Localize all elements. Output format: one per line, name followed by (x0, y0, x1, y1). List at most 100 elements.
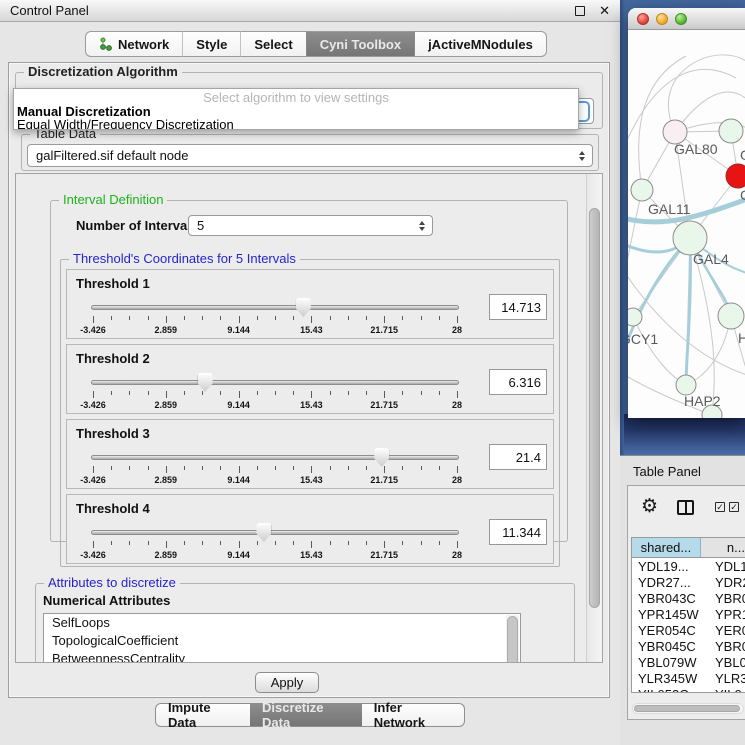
threshold-3-slider[interactable]: -3.4262.8599.14415.4321.71528 (91, 448, 459, 486)
threshold-3-panel: Threshold 3 -3.4262.8599.14415.4321.7152… (66, 419, 554, 489)
slider-track[interactable] (91, 455, 459, 460)
table-row[interactable]: YIL052CYIL0 (632, 686, 745, 693)
table-horizontal-scrollbar[interactable] (632, 703, 744, 714)
threshold-3-value-field[interactable]: 21.4 (489, 444, 547, 470)
dropdown-placeholder-option[interactable]: Select algorithm to view settings (14, 89, 578, 105)
table-row[interactable]: YDL19...YDL1 (632, 558, 745, 574)
threshold-2-value-field[interactable]: 6.316 (489, 369, 547, 395)
algorithm-dropdown-popup: Select algorithm to view settings Manual… (13, 88, 579, 130)
float-window-icon[interactable] (575, 6, 585, 16)
slider-tick (184, 466, 185, 470)
tab-cyni-toolbox[interactable]: Cyni Toolbox (306, 31, 415, 57)
tab-impute-data[interactable]: Impute Data (155, 703, 250, 727)
table-row[interactable]: YDR27...YDR2 (632, 574, 745, 590)
slider-track[interactable] (91, 305, 459, 310)
tab-discretize-data[interactable]: Discretize Data (250, 703, 362, 727)
list-scrollbar[interactable] (506, 615, 519, 663)
slider-tick (330, 541, 331, 545)
table-row[interactable]: YER054CYER0 (632, 622, 745, 638)
threshold-2-slider[interactable]: -3.4262.8599.14415.4321.71528 (91, 373, 459, 411)
slider-tick-label: 2.859 (155, 325, 178, 335)
slider-tick (330, 391, 331, 395)
slider-tick (148, 466, 149, 470)
slider-tick (93, 391, 94, 398)
checkbox-icon[interactable]: ✓ (729, 502, 739, 512)
gear-icon[interactable]: ⚙ (641, 498, 658, 516)
attribute-item[interactable]: BetweennessCentrality (44, 650, 520, 663)
cell-name[interactable]: YER0 (708, 623, 745, 638)
split-columns-icon[interactable] (677, 500, 694, 515)
cell-name[interactable]: YLR3 (708, 671, 745, 686)
node-hap2[interactable] (676, 375, 696, 395)
attribute-item[interactable]: SelfLoops (44, 614, 520, 632)
slider-track[interactable] (91, 530, 459, 535)
slider-tick (384, 466, 385, 473)
attribute-item[interactable]: TopologicalCoefficient (44, 632, 520, 650)
scrollbar-thumb[interactable] (589, 208, 600, 608)
column-header-name[interactable]: n... (701, 538, 745, 557)
settings-vertical-scrollbar[interactable] (586, 174, 602, 662)
cell-shared-name[interactable]: YDR27... (632, 575, 708, 590)
cell-name[interactable]: YDR2 (708, 575, 745, 590)
threshold-1-value-field[interactable]: 14.713 (489, 294, 547, 320)
cell-shared-name[interactable]: YIL052C (632, 687, 708, 694)
close-traffic-light-icon[interactable] (637, 13, 649, 25)
cell-name[interactable]: YBR0 (708, 639, 745, 654)
table-data-combobox[interactable]: galFiltered.sif default node (27, 144, 593, 167)
cell-shared-name[interactable]: YPR145W (632, 607, 708, 622)
slider-tick-label: 28 (452, 550, 462, 560)
cell-shared-name[interactable]: YBL079W (632, 655, 708, 670)
cell-shared-name[interactable]: YBR043C (632, 591, 708, 606)
slider-tick-label: 9.144 (227, 325, 250, 335)
cell-name[interactable]: YIL0 (708, 687, 745, 694)
node-gcy1[interactable] (628, 308, 642, 326)
zoom-traffic-light-icon[interactable] (675, 13, 687, 25)
cell-name[interactable]: YBR0 (708, 591, 745, 606)
tab-infer-network[interactable]: Infer Network (362, 703, 465, 727)
slider-track[interactable] (91, 380, 459, 385)
checkbox-icon[interactable]: ✓ (715, 502, 725, 512)
node-right-mid[interactable] (718, 303, 744, 329)
table-row[interactable]: YLR345WYLR3 (632, 670, 745, 686)
cell-name[interactable]: YBL0 (708, 655, 745, 670)
tab-label: Select (254, 37, 292, 52)
slider-tick (384, 316, 385, 323)
cell-shared-name[interactable]: YLR345W (632, 671, 708, 686)
tab-jactivemnodules[interactable]: jActiveMNodules (415, 31, 547, 57)
cyni-bottom-tabs: Impute Data Discretize Data Infer Networ… (155, 703, 465, 727)
slider-tick (275, 466, 276, 470)
cell-shared-name[interactable]: YBR045C (632, 639, 708, 654)
slider-tick (311, 391, 312, 398)
table-row[interactable]: YBR045CYBR0 (632, 638, 745, 654)
table-row[interactable]: YBR043CYBR0 (632, 590, 745, 606)
close-icon[interactable]: ✕ (599, 6, 610, 16)
slider-tick (166, 541, 167, 548)
cell-shared-name[interactable]: YER054C (632, 623, 708, 638)
node-gal4[interactable] (673, 221, 707, 255)
scrollbar-thumb[interactable] (634, 705, 740, 712)
threshold-4-slider[interactable]: -3.4262.8599.14415.4321.71528 (91, 523, 459, 561)
number-of-intervals-combobox[interactable]: 5 (188, 215, 433, 236)
apply-button[interactable]: Apply (255, 672, 319, 693)
dropdown-option-equal-width[interactable]: Equal Width/Frequency Discretization (14, 118, 578, 130)
cell-shared-name[interactable]: YDL19... (632, 559, 708, 574)
tab-style[interactable]: Style (182, 31, 240, 57)
node-top-right[interactable] (719, 119, 743, 143)
node-gal11[interactable] (631, 179, 653, 201)
table-row[interactable]: YPR145WYPR1 (632, 606, 745, 622)
column-header-shared-name[interactable]: shared... (632, 538, 701, 557)
minimize-traffic-light-icon[interactable] (656, 13, 668, 25)
tab-network[interactable]: Network (85, 31, 182, 57)
threshold-1-slider[interactable]: -3.4262.8599.14415.4321.71528 (91, 298, 459, 336)
numerical-attributes-list[interactable]: SelfLoopsTopologicalCoefficientBetweenne… (43, 613, 521, 663)
slider-tick (148, 541, 149, 545)
network-view-window[interactable]: GAL11 GAL80 GA C GAL4 GCY1 H HAP2 (628, 8, 745, 418)
threshold-4-value-field[interactable]: 11.344 (489, 519, 547, 545)
table-row[interactable]: YBL079WYBL0 (632, 654, 745, 670)
cell-name[interactable]: YDL1 (708, 559, 745, 574)
network-window-titlebar[interactable] (628, 8, 745, 30)
node-red-selected[interactable] (726, 164, 745, 188)
tab-select[interactable]: Select (240, 31, 305, 57)
network-canvas[interactable]: GAL11 GAL80 GA C GAL4 GCY1 H HAP2 (628, 30, 745, 418)
cell-name[interactable]: YPR1 (708, 607, 745, 622)
